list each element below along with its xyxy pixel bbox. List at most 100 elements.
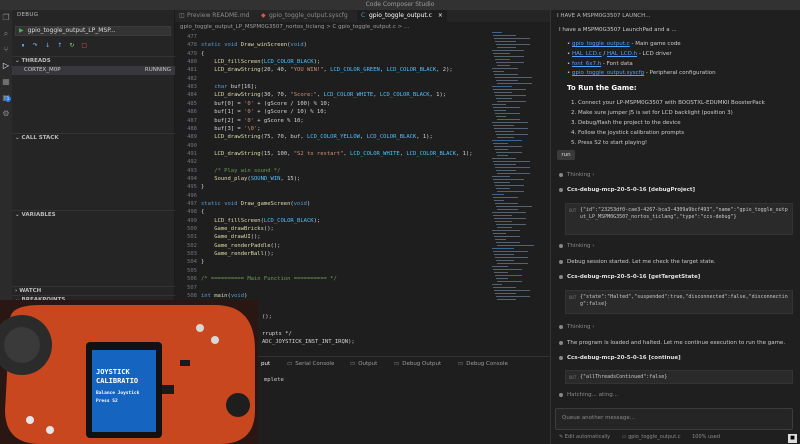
thinking-indicator[interactable]: Thinking › (559, 324, 595, 330)
code-line: Game_drawBricks(); (214, 226, 274, 233)
minimap-line (494, 218, 526, 219)
tab-debug-output[interactable]: ▭ Debug Output (394, 361, 441, 367)
tool-output-box: OUT {"id":"23253df0-cae3-4267-bca3-4309a… (565, 203, 793, 235)
file-link[interactable]: gpio_toggle_output.c (572, 41, 630, 47)
extensions-icon[interactable]: ▦ (0, 74, 12, 90)
settings-icon[interactable]: ⚙ (0, 106, 12, 122)
minimap-line (493, 269, 522, 270)
step-into-icon[interactable]: ↓ (42, 41, 52, 51)
launch-config-select[interactable]: ▶ gpio_toggle_output_LP_MSP... (15, 26, 171, 36)
code-line: ADC_JOYSTICK_INST_INT_IRQN); (262, 339, 355, 346)
file-link[interactable]: HAL_LCD.c (572, 51, 602, 57)
minimap-line (496, 44, 530, 45)
minimap-line (497, 227, 512, 228)
minimap-line (495, 77, 532, 78)
minimap-line (493, 35, 516, 36)
file-link[interactable]: HAL_LCD.h (607, 51, 637, 57)
line-number: 499 (187, 217, 197, 224)
minimap-line (492, 32, 502, 33)
status-dot (559, 274, 563, 279)
watch-section-header[interactable]: › WATCH (12, 286, 175, 295)
minimap-line (494, 110, 506, 111)
line-number: 503 (187, 251, 197, 258)
line-number: 486 (187, 109, 197, 116)
status-dot (559, 355, 563, 360)
minimap-line (493, 125, 514, 126)
close-icon[interactable]: × (438, 12, 443, 19)
explorer-icon[interactable]: ❐ (0, 10, 12, 26)
threads-section-header[interactable]: ⌄ THREADS (12, 56, 175, 65)
file-link[interactable]: font_6x7.h (572, 61, 601, 67)
code-line: /* Play win sound */ (201, 167, 281, 174)
search-icon[interactable]: ⌕ (0, 26, 12, 42)
chat-intro: I have a MSPM0G3507 LaunchPad and a ... (559, 27, 677, 33)
run-heading: To Run the Game: (567, 84, 637, 92)
user-message-run: run (557, 150, 575, 160)
code-line: static void Draw_winScreen(void) (201, 42, 307, 49)
thinking-indicator[interactable]: Thinking › (559, 243, 595, 249)
thinking-indicator[interactable]: Thinking › (559, 172, 595, 178)
code-editor[interactable]: static void Draw_winScreen(void){ LCD_fi… (201, 34, 491, 304)
assistant-message: Debug session started. Let me check the … (559, 259, 716, 265)
minimap-line (495, 149, 508, 150)
minimap-line (495, 257, 528, 258)
line-number: 482 (187, 75, 197, 82)
step-over-icon[interactable]: ↷ (30, 41, 40, 51)
tab-output[interactable]: ▭ Output (350, 361, 377, 367)
line-number: 502 (187, 242, 197, 249)
breadcrumb[interactable]: gpio_toggle_output_LP_MSPM0G3507_nortos_… (175, 22, 550, 32)
minimap-line (494, 56, 524, 57)
minimap-line (496, 224, 526, 225)
minimap-line (496, 134, 528, 135)
minimap-line (492, 230, 520, 231)
sidebar-title: DEBUG (17, 12, 39, 18)
tool-call-get-target-state[interactable]: Ccs-debug-mcp-20-5-0-16 [getTargetState] (559, 274, 700, 280)
tab-active-panel[interactable]: put (261, 361, 270, 367)
debug-toolbar: ⏸ ↷ ↓ ↑ ↻ □ (18, 41, 89, 51)
minimap-line (496, 152, 522, 153)
context-file[interactable]: gpio_toggle_output.c (628, 434, 680, 440)
call-stack-section-header[interactable]: ⌄ CALL STACK (12, 133, 175, 142)
minimap-line (496, 98, 512, 99)
step-out-icon[interactable]: ↑ (55, 41, 65, 51)
stop-icon[interactable]: □ (79, 41, 89, 51)
pause-icon[interactable]: ⏸ (18, 41, 28, 51)
minimap-line (494, 254, 514, 255)
minimap-line (494, 272, 508, 273)
usage-indicator: 100% used (692, 434, 721, 440)
status-dot (559, 187, 563, 192)
status-indicator: Hatching... ating... (559, 392, 618, 398)
edit-mode-select[interactable]: Edit automatically (565, 434, 610, 440)
file-link[interactable]: gpio_toggle_output.syscfg (572, 70, 644, 76)
source-control-icon[interactable]: ⑂ (0, 42, 12, 58)
window-title: Code Composer Studio (365, 1, 435, 8)
tool-call-debug-project[interactable]: Ccs-debug-mcp-20-5-0-16 [debugProject] (559, 187, 695, 193)
minimap-line (497, 137, 514, 138)
minimap-line (493, 251, 528, 252)
run-debug-icon[interactable]: ▷ (0, 58, 12, 74)
minimap-line (492, 140, 522, 141)
minimap-line (497, 155, 508, 156)
tab-readme-preview[interactable]: ◫ Preview README.md (175, 10, 257, 22)
stop-generation-button[interactable]: ■ (788, 434, 797, 443)
minimap-line (493, 287, 516, 288)
start-debug-icon[interactable]: ▶ (19, 27, 24, 34)
tab-gpio-toggle-c[interactable]: C gpio_toggle_output.c × (357, 10, 447, 22)
tab-debug-console[interactable]: ▭ Debug Console (458, 361, 508, 367)
restart-icon[interactable]: ↻ (67, 41, 77, 51)
minimap[interactable] (492, 32, 536, 304)
variables-section-header[interactable]: ⌄ VARIABLES (12, 210, 175, 219)
line-number: 480 (187, 59, 197, 66)
tool-call-continue[interactable]: Ccs-debug-mcp-20-5-0-16 [continue] (559, 355, 681, 361)
minimap-line (497, 83, 532, 84)
terminal-icon: ▭ (287, 361, 293, 367)
tab-syscfg[interactable]: ◆ gpio_toggle_output.syscfg (257, 10, 357, 22)
chat-message-input[interactable]: Queue another message... (555, 408, 793, 430)
thread-row[interactable]: CORTEX_M0P RUNNING (12, 66, 175, 75)
minimap-line (495, 221, 512, 222)
tab-serial-console[interactable]: ▭ Serial Console (287, 361, 334, 367)
minimap-line (495, 131, 514, 132)
minimap-line (495, 293, 516, 294)
line-number: 505 (187, 267, 197, 274)
minimap-line (493, 71, 504, 72)
